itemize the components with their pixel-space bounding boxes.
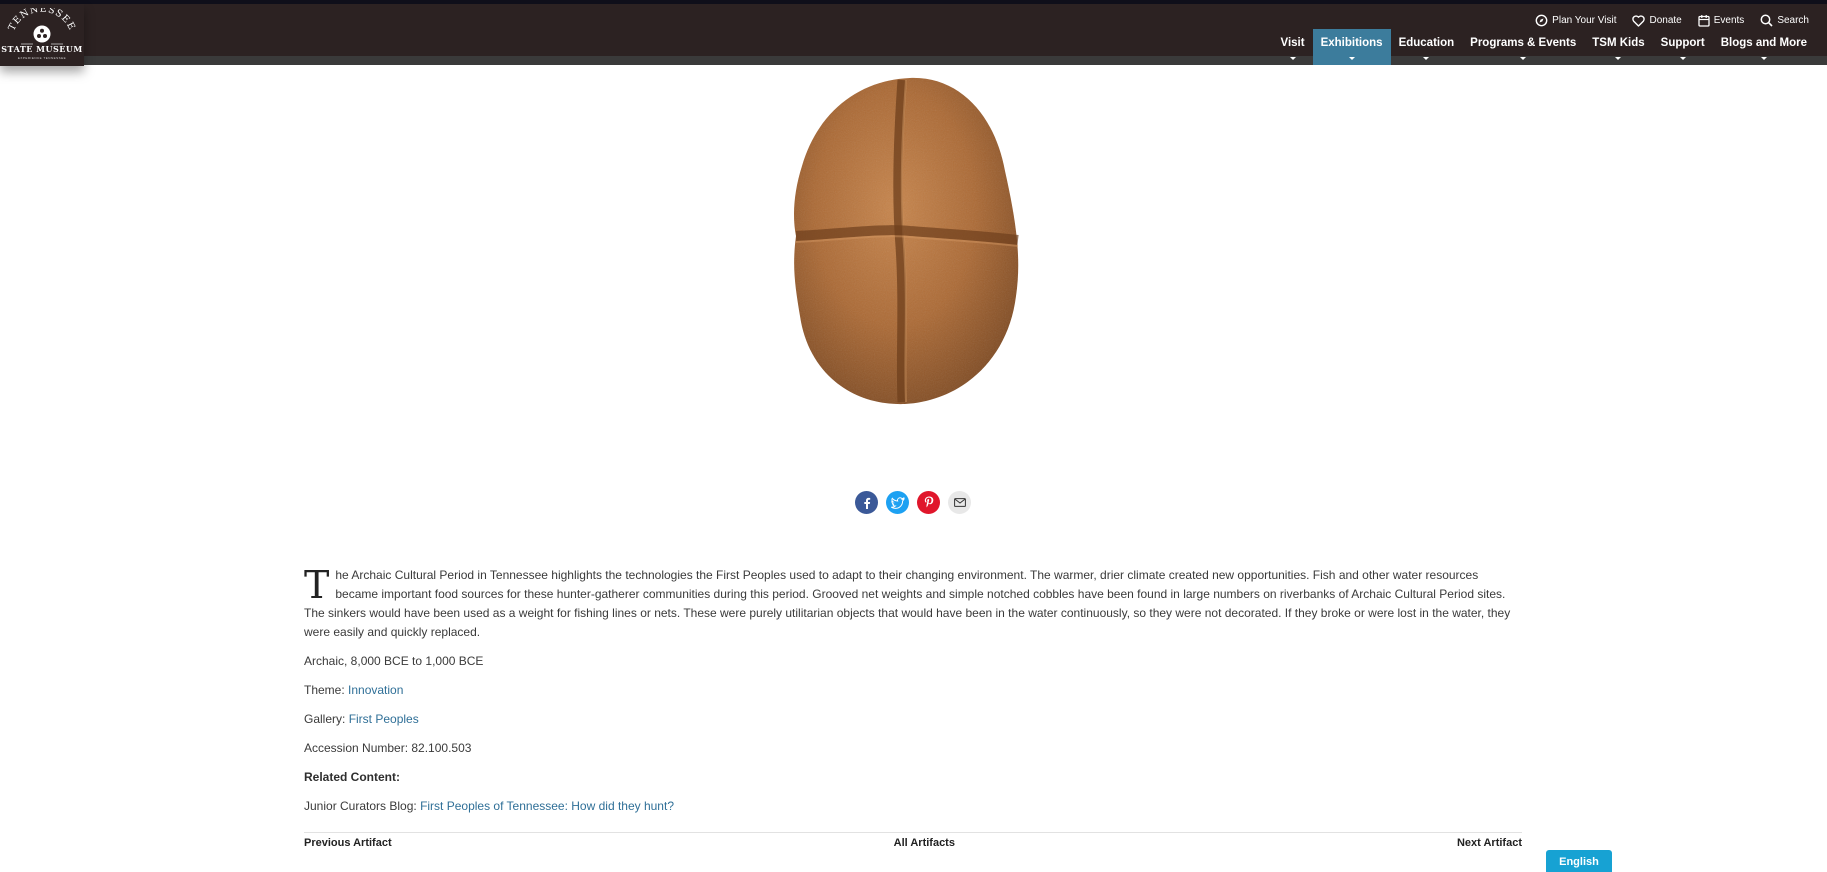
logo-tagline: EXPERIENCE TENNESSEE (17, 56, 67, 60)
plan-your-visit-link[interactable]: Plan Your Visit (1535, 14, 1616, 27)
twitter-icon (890, 496, 905, 509)
search-icon (1760, 14, 1773, 27)
facebook-icon (863, 497, 870, 509)
nav-item-label: TSM Kids (1592, 37, 1645, 49)
twitter-share-button[interactable] (886, 491, 909, 514)
drop-cap: T (304, 563, 330, 607)
nav-item-label: Education (1398, 37, 1455, 49)
donate-label: Donate (1649, 15, 1682, 26)
theme-row: Theme: Innovation (304, 681, 1522, 700)
compass-icon (1535, 14, 1548, 27)
gallery-label: Gallery: (304, 712, 346, 726)
nav-item-blogs-and-more[interactable]: Blogs and More (1713, 29, 1815, 65)
heart-icon (1632, 14, 1646, 27)
related-prefix: Junior Curators Blog: (304, 799, 417, 813)
all-artifacts-link[interactable]: All Artifacts (894, 837, 955, 849)
artifact-description: The Archaic Cultural Period in Tennessee… (304, 566, 1522, 826)
plan-your-visit-label: Plan Your Visit (1552, 15, 1617, 26)
intro-text: he Archaic Cultural Period in Tennessee … (304, 568, 1511, 639)
gallery-row: Gallery: First Peoples (304, 710, 1522, 729)
next-artifact-link[interactable]: Next Artifact (1457, 837, 1522, 849)
events-label: Events (1713, 15, 1745, 26)
logo-museum-name: STATE MUSEUM (1, 44, 83, 54)
artifact-pager: Previous Artifact All Artifacts Next Art… (304, 832, 1522, 849)
nav-item-education[interactable]: Education (1391, 29, 1463, 65)
caret-down-icon (1679, 57, 1686, 60)
related-row: Junior Curators Blog: First Peoples of T… (304, 797, 1522, 816)
share-buttons (855, 491, 971, 514)
utility-nav: Plan Your Visit Donate Events Search (1535, 14, 1809, 27)
related-content-heading: Related Content: (304, 770, 400, 784)
caret-down-icon (1760, 57, 1767, 60)
nav-item-tsm-kids[interactable]: TSM Kids (1584, 29, 1652, 65)
pinterest-share-button[interactable] (917, 491, 940, 514)
period-text: Archaic, 8,000 BCE to 1,000 BCE (304, 654, 484, 668)
nav-item-label: Programs & Events (1470, 37, 1577, 49)
events-link[interactable]: Events (1698, 14, 1745, 27)
email-share-button[interactable] (948, 491, 971, 514)
nav-item-label: Visit (1280, 37, 1305, 49)
caret-down-icon (1615, 57, 1622, 60)
nav-item-programs-events[interactable]: Programs & Events (1462, 29, 1584, 65)
main-nav: Visit Exhibitions Education Programs & E… (1273, 29, 1816, 65)
nav-item-label: Blogs and More (1720, 37, 1807, 49)
theme-link[interactable]: Innovation (348, 683, 403, 697)
artifact-metadata: Archaic, 8,000 BCE to 1,000 BCE Theme: I… (304, 652, 1522, 816)
search-label: Search (1777, 15, 1809, 26)
facebook-share-button[interactable] (855, 491, 878, 514)
nav-item-support[interactable]: Support (1653, 29, 1713, 65)
intro-paragraph: The Archaic Cultural Period in Tennessee… (304, 566, 1522, 642)
museum-logo[interactable]: TENNESSEE STATE MUSEUM EXPERIENCE TENNES… (0, 4, 84, 66)
previous-artifact-link[interactable]: Previous Artifact (304, 837, 392, 849)
caret-down-icon (1520, 57, 1527, 60)
language-button[interactable]: English (1546, 850, 1612, 872)
caret-down-icon (1289, 57, 1296, 60)
related-blog-link[interactable]: First Peoples of Tennessee: How did they… (420, 799, 674, 813)
nav-item-label: Support (1660, 37, 1705, 49)
email-icon (953, 498, 966, 507)
caret-down-icon (1348, 57, 1355, 60)
nav-item-visit[interactable]: Visit (1273, 29, 1313, 65)
nav-item-label: Exhibitions (1320, 37, 1383, 49)
search-link[interactable]: Search (1760, 14, 1809, 27)
accession-number: Accession Number: 82.100.503 (304, 741, 472, 755)
donate-link[interactable]: Donate (1632, 14, 1682, 27)
calendar-icon (1698, 15, 1710, 27)
pinterest-icon (924, 496, 933, 508)
gallery-link[interactable]: First Peoples (349, 712, 419, 726)
caret-down-icon (1423, 57, 1430, 60)
tristar-emblem-icon: TENNESSEE (7, 8, 76, 45)
nav-item-exhibitions[interactable]: Exhibitions (1312, 29, 1391, 65)
artifact-image (794, 77, 1019, 405)
theme-label: Theme: (304, 683, 345, 697)
